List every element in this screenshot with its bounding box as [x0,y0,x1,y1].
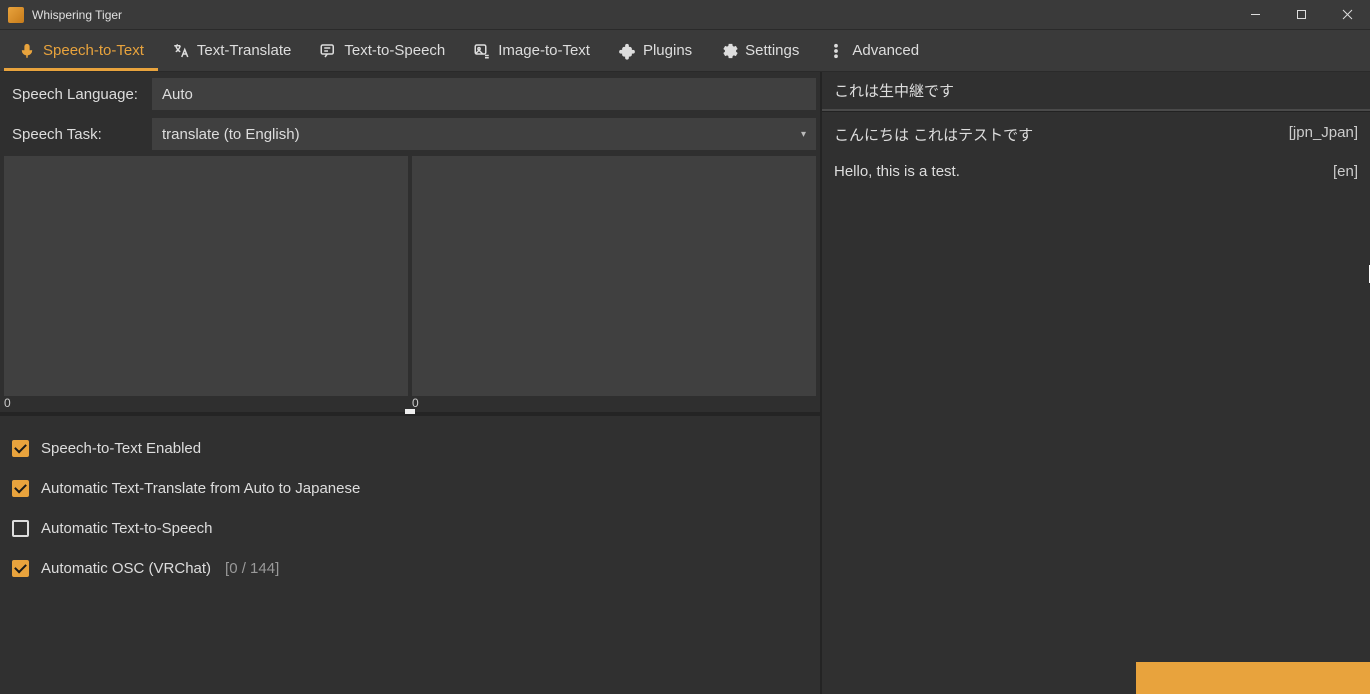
waveform-marker [405,409,415,414]
tab-image-to-text[interactable]: Image-to-Text [459,30,604,71]
stt-enabled-label: Speech-to-Text Enabled [41,440,201,457]
stt-enabled-checkbox[interactable] [12,440,29,457]
plugin-icon [618,42,636,60]
tab-label: Speech-to-Text [43,42,144,59]
tab-speech-to-text[interactable]: Speech-to-Text [4,30,158,71]
auto-translate-label: Automatic Text-Translate from Auto to Ja… [41,480,360,497]
transcript-row: Hello, this is a test. [en] [834,163,1358,180]
transcript-lang-tag: [en] [1323,163,1358,180]
tab-settings[interactable]: Settings [706,30,813,71]
titlebar: Whispering Tiger [0,0,1370,30]
speech-task-value: translate (to English) [162,126,300,143]
transcript-lang-tag: [jpn_Jpan] [1279,124,1358,141]
auto-osc-label: Automatic OSC (VRChat) [41,560,211,577]
tab-text-to-speech[interactable]: Text-to-Speech [305,30,459,71]
tab-label: Image-to-Text [498,42,590,59]
right-panel: これは生中継です こんにちは これはテストです [jpn_Jpan] Hello… [820,72,1370,694]
chevron-down-icon: ▾ [801,129,806,140]
tab-label: Settings [745,42,799,59]
waveform-panel-right [412,156,816,396]
transcript-text: Hello, this is a test. [834,163,960,180]
tab-plugins[interactable]: Plugins [604,30,706,71]
transcript-text: こんにちは これはテストです [834,124,1033,145]
gear-icon [720,42,738,60]
mic-icon [18,42,36,60]
waveform-left-value: 0 [4,396,408,410]
maximize-button[interactable] [1278,0,1324,30]
translate-icon [172,42,190,60]
speech-task-label: Speech Task: [4,126,152,143]
tab-advanced[interactable]: Advanced [813,30,933,71]
progress-fill [1136,662,1370,694]
auto-osc-checkbox[interactable] [12,560,29,577]
left-panel: Speech Language: Auto Speech Task: trans… [0,72,820,694]
speech-language-input[interactable]: Auto [152,78,816,110]
transcript-body: こんにちは これはテストです [jpn_Jpan] Hello, this is… [822,112,1370,662]
waveform-panel-left [4,156,408,396]
speech-language-value: Auto [162,86,193,103]
auto-osc-counter: [0 / 144] [225,560,279,577]
tab-label: Text-Translate [197,42,291,59]
auto-tts-label: Automatic Text-to-Speech [41,520,212,537]
speech-language-label: Speech Language: [4,86,152,103]
progress-bar [822,662,1370,694]
tab-label: Plugins [643,42,692,59]
auto-tts-checkbox[interactable] [12,520,29,537]
tab-label: Text-to-Speech [344,42,445,59]
transcript-header: これは生中継です [822,72,1370,111]
speech-task-select[interactable]: translate (to English) ▾ [152,118,816,150]
waveform-right-value: 0 [412,396,816,410]
app-icon [8,7,24,23]
transcript-row: こんにちは これはテストです [jpn_Jpan] [834,124,1358,145]
minimize-button[interactable] [1232,0,1278,30]
tab-label: Advanced [852,42,919,59]
tabbar: Speech-to-Text Text-Translate Text-to-Sp… [0,30,1370,72]
close-button[interactable] [1324,0,1370,30]
image-text-icon [473,42,491,60]
auto-translate-checkbox[interactable] [12,480,29,497]
more-icon [827,42,845,60]
tab-text-translate[interactable]: Text-Translate [158,30,305,71]
speech-icon [319,42,337,60]
window-title: Whispering Tiger [32,8,122,22]
